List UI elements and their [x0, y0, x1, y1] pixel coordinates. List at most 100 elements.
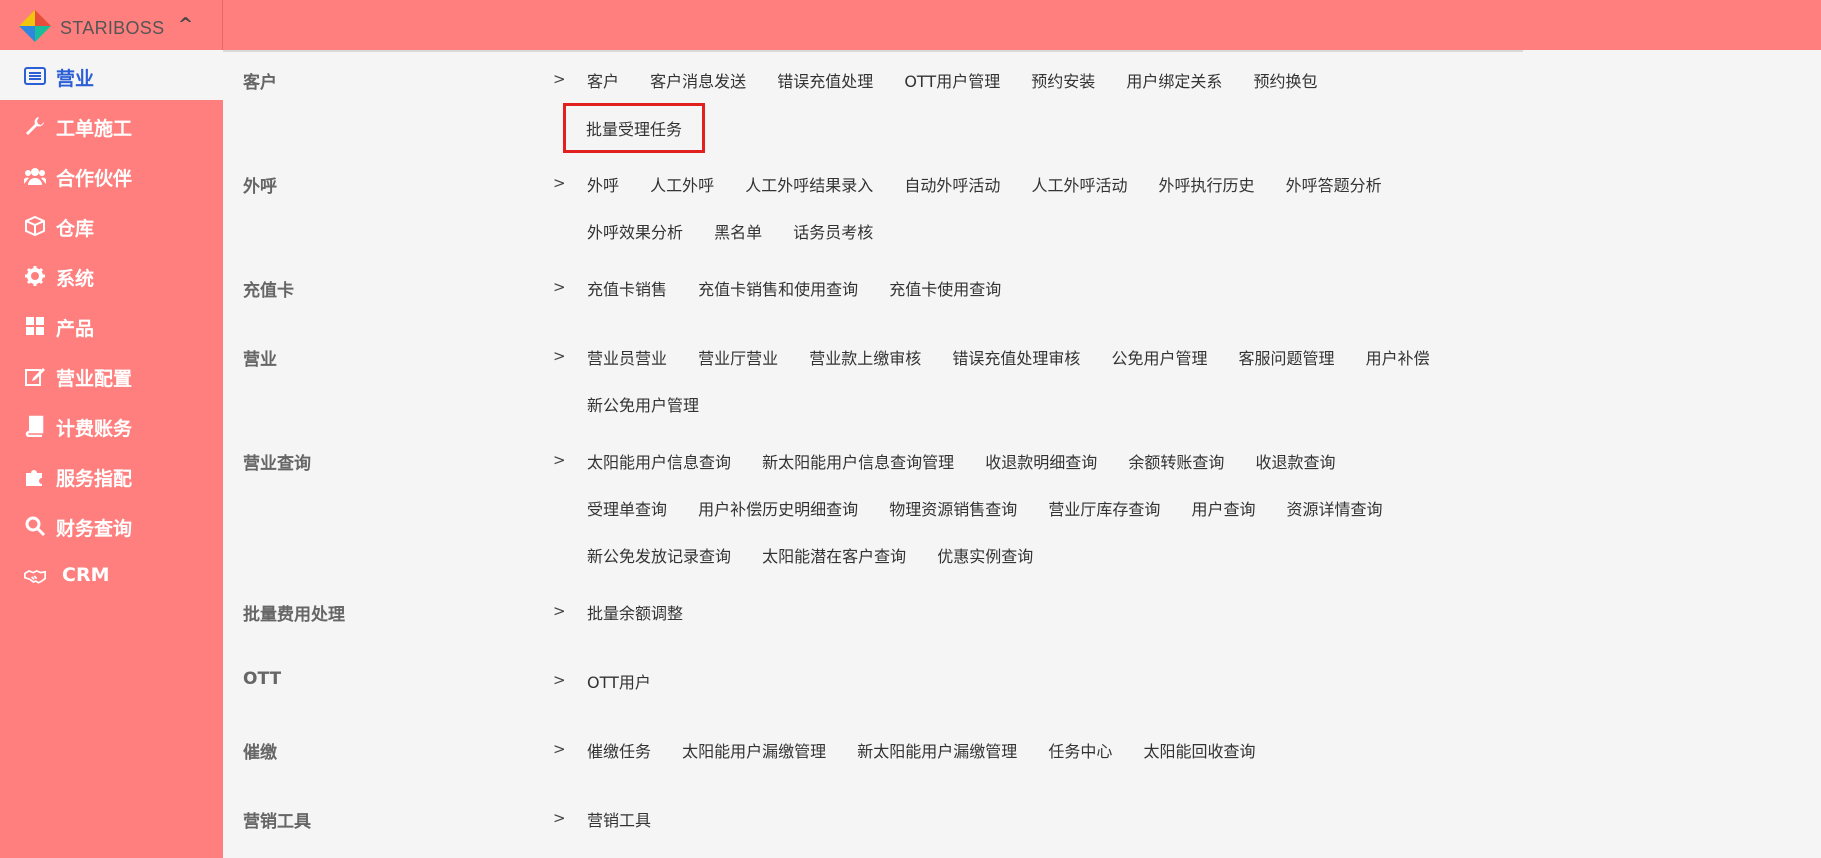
sidebar-item-partners[interactable]: 合作伙伴 — [0, 150, 223, 200]
arrow-icon: > — [553, 174, 566, 192]
sidebar-item-label: CRM — [62, 564, 110, 586]
menu-item[interactable]: 太阳能用户信息查询 — [587, 449, 731, 473]
menu-item[interactable]: 收退款查询 — [1255, 449, 1335, 473]
sidebar-item-finance[interactable]: 财务查询 — [0, 500, 223, 550]
sidebar-item-warehouse[interactable]: 仓库 — [0, 200, 223, 250]
menu-item[interactable]: 营业款上缴审核 — [809, 345, 921, 369]
menu-item[interactable]: 外呼答题分析 — [1286, 172, 1382, 196]
menu-item[interactable]: 营业厅营业 — [698, 345, 778, 369]
menu-item[interactable]: 充值卡销售和使用查询 — [698, 276, 858, 300]
sidebar-item-yingye[interactable]: 营业 — [0, 50, 223, 100]
grid-icon — [26, 317, 44, 335]
menu-item[interactable]: 外呼效果分析 — [587, 219, 683, 243]
sidebar-item-config[interactable]: 营业配置 — [0, 350, 223, 400]
category-label: 营业查询 — [243, 454, 311, 474]
category-label: OTT — [243, 669, 282, 689]
menu-item[interactable]: 人工外呼 — [650, 172, 714, 196]
brand: STARIBOSS ^ — [0, 0, 223, 50]
users-icon — [24, 168, 46, 185]
menu-item[interactable]: 营业厅库存查询 — [1048, 496, 1160, 520]
category-label: 客户 — [243, 73, 277, 93]
menu-item[interactable]: 客服问题管理 — [1239, 345, 1335, 369]
menu-item[interactable]: 充值卡使用查询 — [889, 276, 1001, 300]
wrench-icon — [26, 117, 44, 135]
menu-item[interactable]: 外呼执行历史 — [1159, 172, 1255, 196]
menu-item[interactable]: 预约安装 — [1031, 68, 1095, 92]
menu-item[interactable]: 太阳能用户漏缴管理 — [682, 738, 826, 762]
menu-item[interactable]: 太阳能潜在客户查询 — [762, 543, 906, 567]
menu-item[interactable]: OTT用户 — [587, 669, 651, 693]
sidebar-item-label: 财务查询 — [56, 518, 133, 540]
sidebar-item-label: 计费账务 — [56, 418, 133, 440]
arrow-icon: > — [553, 740, 566, 758]
menu-item[interactable]: 任务中心 — [1048, 738, 1112, 762]
menu-item[interactable]: 收退款明细查询 — [985, 449, 1097, 473]
menu-item[interactable]: 新太阳能用户信息查询管理 — [762, 449, 954, 473]
menu-item[interactable]: 优惠实例查询 — [937, 543, 1033, 567]
search-icon — [25, 516, 46, 537]
edit-icon — [25, 368, 45, 386]
logo-icon — [19, 10, 51, 42]
menu-item[interactable]: OTT用户管理 — [904, 68, 1000, 92]
menu-item[interactable]: 营销工具 — [587, 807, 651, 831]
menu-item[interactable]: 话务员考核 — [793, 219, 873, 243]
sidebar-item-service[interactable]: 服务指配 — [0, 450, 223, 500]
menu-panel: 客户 > 客户 客户消息发送 错误充值处理 OTT用户管理 预约安装 用户绑定关… — [223, 52, 1821, 858]
menu-item[interactable]: 公免用户管理 — [1111, 345, 1207, 369]
category-label: 营业 — [243, 350, 277, 370]
menu-item[interactable]: 客户 — [587, 68, 619, 92]
menu-item[interactable]: 资源详情查询 — [1287, 496, 1383, 520]
menu-item[interactable]: 人工外呼结果录入 — [745, 172, 873, 196]
arrow-icon: > — [553, 809, 566, 827]
sidebar-item-label: 产品 — [56, 318, 95, 340]
menu-item[interactable]: 余额转账查询 — [1128, 449, 1224, 473]
sidebar-item-label: 系统 — [56, 268, 95, 290]
menu-item[interactable]: 批量余额调整 — [587, 600, 683, 624]
sidebar-item-label: 营业配置 — [56, 368, 133, 390]
menu-item[interactable]: 受理单查询 — [587, 496, 667, 520]
menu-item[interactable]: 新公免发放记录查询 — [587, 543, 731, 567]
sidebar-item-system[interactable]: 系统 — [0, 250, 223, 300]
menu-item[interactable]: 错误充值处理审核 — [952, 345, 1080, 369]
category-label: 充值卡 — [243, 281, 294, 301]
list-icon — [24, 67, 46, 85]
menu-item[interactable]: 自动外呼活动 — [904, 172, 1000, 196]
menu-item[interactable]: 黑名单 — [714, 219, 762, 243]
sidebar-item-crm[interactable]: CRM — [0, 550, 223, 600]
chevron-up-icon[interactable]: ^ — [178, 14, 193, 35]
arrow-icon: > — [553, 70, 566, 88]
arrow-icon: > — [553, 278, 566, 296]
sidebar-item-label: 营业 — [56, 68, 95, 90]
menu-item[interactable]: 客户消息发送 — [650, 68, 746, 92]
arrow-icon: > — [553, 602, 566, 620]
menu-item[interactable]: 催缴任务 — [587, 738, 651, 762]
menu-item[interactable]: 太阳能回收查询 — [1143, 738, 1255, 762]
brand-name: STARIBOSS — [60, 18, 165, 38]
sidebar-item-gongdan[interactable]: 工单施工 — [0, 100, 223, 150]
menu-item[interactable]: 错误充值处理 — [777, 68, 873, 92]
menu-item[interactable]: 充值卡销售 — [587, 276, 667, 300]
menu-item[interactable]: 外呼 — [587, 172, 619, 196]
arrow-icon: > — [553, 347, 566, 365]
book-icon — [25, 415, 44, 437]
menu-item[interactable]: 新太阳能用户漏缴管理 — [857, 738, 1017, 762]
sidebar-item-label: 服务指配 — [56, 468, 133, 490]
menu-item[interactable]: 新公免用户管理 — [587, 392, 699, 416]
sidebar-item-product[interactable]: 产品 — [0, 300, 223, 350]
menu-item[interactable]: 用户补偿 — [1366, 345, 1430, 369]
menu-item[interactable]: 用户绑定关系 — [1126, 68, 1222, 92]
menu-item[interactable]: 用户补偿历史明细查询 — [698, 496, 858, 520]
menu-item[interactable]: 人工外呼活动 — [1031, 172, 1127, 196]
menu-item[interactable]: 预约换包 — [1254, 68, 1318, 92]
menu-item[interactable]: 营业员营业 — [587, 345, 667, 369]
menu-item[interactable]: 物理资源销售查询 — [889, 496, 1017, 520]
category-label: 批量费用处理 — [243, 605, 345, 625]
top-bar: STARIBOSS ^ — [0, 0, 1821, 50]
sidebar-item-label: 合作伙伴 — [56, 168, 133, 190]
sidebar-item-billing[interactable]: 计费账务 — [0, 400, 223, 450]
menu-item[interactable]: 用户查询 — [1191, 496, 1255, 520]
handshake-icon — [24, 569, 46, 584]
menu-item-highlighted[interactable]: 批量受理任务 — [563, 103, 706, 153]
cube-icon — [25, 215, 45, 237]
category-label: 营销工具 — [243, 812, 311, 832]
